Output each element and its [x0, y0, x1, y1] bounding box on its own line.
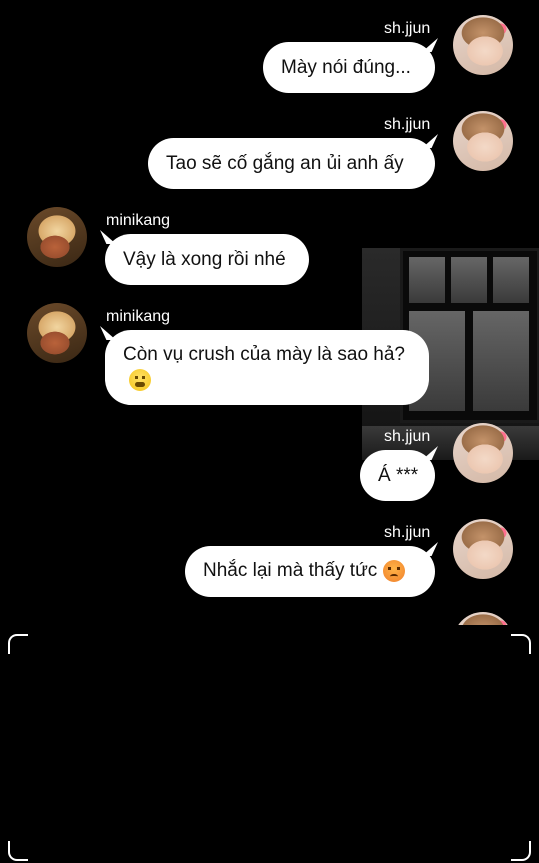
sender-name: sh.jjun — [384, 20, 431, 37]
avatar[interactable] — [453, 15, 513, 75]
message-bubble[interactable]: Á *** — [360, 450, 435, 501]
avatar[interactable] — [453, 612, 513, 625]
sender-name: sh.jjun — [384, 116, 431, 133]
avatar[interactable] — [27, 303, 87, 363]
frame-corner-bottom-left — [8, 841, 28, 861]
message-bubble[interactable]: Vậy là xong rồi nhé — [105, 234, 309, 285]
chat-thread: sh.jjun Mày nói đúng... sh.jjun Tao sẽ c… — [0, 0, 539, 625]
avatar[interactable] — [27, 207, 87, 267]
sender-name: sh.jjun — [384, 428, 431, 445]
message-text: Tao sẽ cố gắng an ủi anh ấy — [166, 152, 404, 174]
message-bubble[interactable]: Mày nói đúng... — [263, 42, 435, 93]
avatar[interactable] — [453, 423, 513, 483]
frame-corner-top-left — [8, 634, 28, 654]
message-bubble[interactable]: Tao sẽ cố gắng an ủi anh ấy — [148, 138, 435, 189]
message-text: Vậy là xong rồi nhé — [123, 248, 286, 270]
avatar[interactable] — [453, 111, 513, 171]
message-text: Còn vụ crush của mày là sao hả? — [123, 342, 411, 392]
message-bubble[interactable]: Còn vụ crush của mày là sao hả? — [105, 330, 429, 405]
frame-corner-bottom-right — [511, 841, 531, 861]
message-text: Mày nói đúng... — [281, 56, 411, 78]
message-text: Nhắc lại mà thấy tức — [203, 560, 406, 583]
frame-corner-top-right — [511, 634, 531, 654]
angry-face-emoji — [383, 560, 406, 583]
avatar[interactable] — [453, 519, 513, 579]
sender-name: sh.jjun — [384, 524, 431, 541]
message-text: Á *** — [378, 464, 419, 486]
sender-name: minikang — [106, 308, 171, 325]
media-frame-panel[interactable] — [0, 625, 539, 863]
message-bubble[interactable]: Nhắc lại mà thấy tức — [185, 546, 435, 597]
sender-name: minikang — [106, 212, 171, 229]
steaming-face-emoji — [129, 368, 151, 391]
